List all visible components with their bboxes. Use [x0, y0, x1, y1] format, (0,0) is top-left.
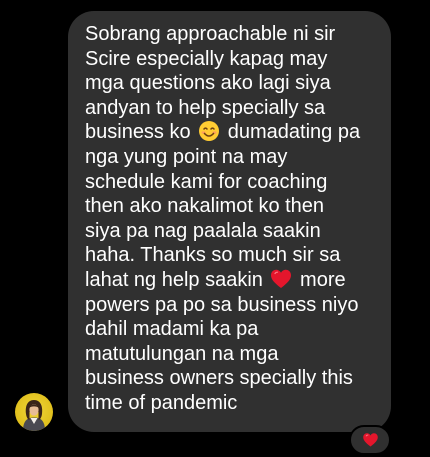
sender-avatar[interactable]: [15, 393, 53, 431]
message-line: haha. Thanks so much sir sa: [85, 244, 341, 267]
message-line: Sobrang approachable ni sir: [85, 23, 336, 45]
message-line: schedule kami for coaching: [85, 170, 328, 193]
message-text: lahat ng help saakin: [85, 268, 263, 291]
message-text: business ko: [85, 121, 191, 144]
message-line: then ako nakalimot ko then: [85, 195, 325, 218]
message-line-with-emoji: business ko dumadating pa: [85, 120, 377, 145]
message-line: mga questions ako lagi siya: [85, 72, 331, 95]
message-line: andyan to help specially sa: [85, 96, 326, 119]
heart-reaction[interactable]: [349, 425, 391, 455]
message-line: dahil madami ka pa: [85, 318, 259, 341]
red-heart-emoji-icon: [270, 268, 292, 290]
message-bubble[interactable]: Sobrang approachable ni sir Scire especi…: [68, 11, 391, 432]
person-avatar-icon: [23, 400, 45, 431]
message-line-with-emoji: lahat ng help saakin more: [85, 268, 377, 293]
message-line: powers pa po sa business niyo: [85, 293, 359, 316]
message-line: time of pandemic: [85, 391, 238, 414]
message-line: business owners specially this: [85, 367, 353, 390]
message-line: nga yung point na may: [85, 145, 288, 168]
message-line: siya pa nag paalala saakin: [85, 219, 321, 242]
heart-reaction-icon: [362, 433, 378, 447]
smiling-face-emoji-icon: [198, 120, 220, 142]
message-line: Scire especially kapag may: [85, 47, 328, 70]
message-line: matutulungan na mga: [85, 342, 279, 365]
message-text: dumadating pa: [227, 121, 361, 144]
message-text: more: [300, 268, 346, 291]
